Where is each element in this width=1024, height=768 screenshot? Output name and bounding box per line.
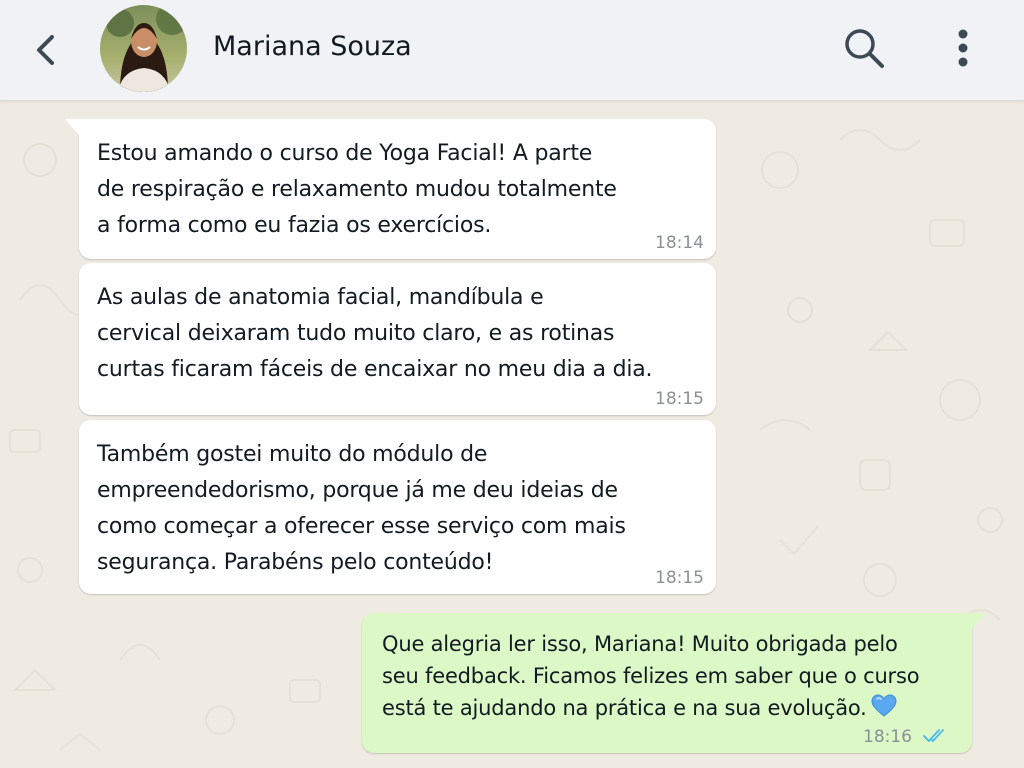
search-icon xyxy=(845,29,884,68)
more-vertical-icon xyxy=(958,29,968,67)
chevron-left-icon xyxy=(37,35,54,65)
message-line: de respiração e relaxamento mudou totalm… xyxy=(97,177,617,202)
message-line: segurança. Parabéns pelo conteúdo! xyxy=(97,550,494,575)
chat-header: Mariana Souza xyxy=(0,0,1024,101)
message-text: Que alegria ler isso, Mariana! Muito obr… xyxy=(382,628,952,724)
message-line: cervical deixaram tudo muito claro, e as… xyxy=(97,321,615,346)
message-line: As aulas de anatomia facial, mandíbula e xyxy=(97,285,544,310)
contact-name[interactable]: Mariana Souza xyxy=(213,31,412,62)
read-double-check-icon xyxy=(923,729,944,742)
message-line: empreendedorismo, porque já me deu ideia… xyxy=(97,478,618,503)
message-time: 18:14 xyxy=(655,233,704,253)
message-time: 18:16 xyxy=(863,727,912,747)
message-line: Que alegria ler isso, Mariana! Muito obr… xyxy=(382,632,898,656)
avatar-photo xyxy=(100,5,187,92)
message-line: Estou amando o curso de Yoga Facial! A p… xyxy=(97,141,593,166)
message-time: 18:15 xyxy=(655,568,704,588)
back-button[interactable] xyxy=(22,26,70,74)
outgoing-message-bubble[interactable]: Que alegria ler isso, Mariana! Muito obr… xyxy=(362,613,986,753)
message-line: a forma como eu fazia os exercícios. xyxy=(97,213,492,238)
search-button[interactable] xyxy=(836,20,892,76)
message-line: seu feedback. Ficamos felizes em saber q… xyxy=(382,664,920,688)
message-text: As aulas de anatomia facial, mandíbula e… xyxy=(97,280,696,388)
message-line: curtas ficaram fáceis de encaixar no meu… xyxy=(97,357,653,382)
incoming-message-bubble[interactable]: As aulas de anatomia facial, mandíbula e… xyxy=(79,263,716,415)
message-text: Estou amando o curso de Yoga Facial! A p… xyxy=(97,136,696,244)
more-options-button[interactable] xyxy=(938,20,988,76)
incoming-message-bubble[interactable]: Estou amando o curso de Yoga Facial! A p… xyxy=(65,119,716,259)
message-line: está te ajudando na prática e na sua evo… xyxy=(382,696,867,720)
bubble-tail xyxy=(972,613,986,629)
message-text: Também gostei muito do módulo de empreen… xyxy=(97,437,696,581)
blue-heart-icon xyxy=(871,694,897,717)
message-line: como começar a oferecer esse serviço com… xyxy=(97,514,626,539)
bubble-tail xyxy=(65,119,79,135)
incoming-message-bubble[interactable]: Também gostei muito do módulo de empreen… xyxy=(79,420,716,594)
chat-screen: Mariana Souza Estou amando o curso de Yo… xyxy=(0,0,1024,768)
message-line: Também gostei muito do módulo de xyxy=(97,442,488,467)
message-time: 18:15 xyxy=(655,389,704,409)
contact-avatar[interactable] xyxy=(100,5,187,92)
message-line-with-emoji: está te ajudando na prática e na sua evo… xyxy=(382,692,952,724)
